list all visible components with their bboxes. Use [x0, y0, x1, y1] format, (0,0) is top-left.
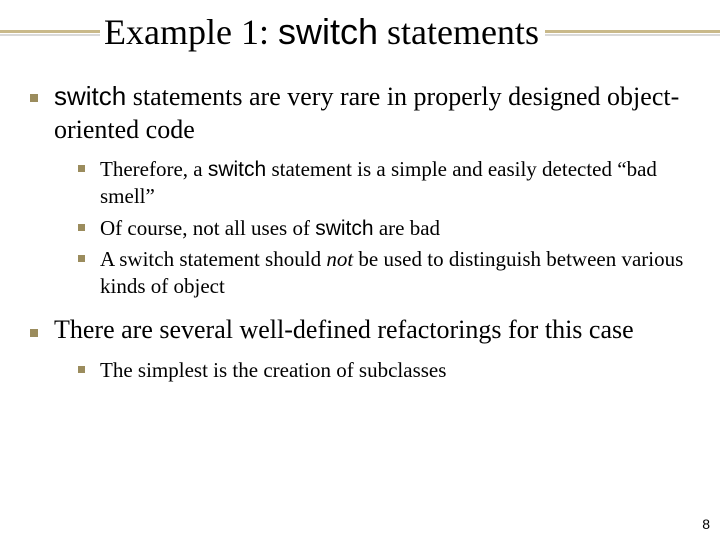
square-bullet-icon: [30, 329, 38, 337]
square-bullet-icon: [30, 94, 38, 102]
slide-title: Example 1: switch statements: [100, 10, 545, 54]
bullet-text: switch statements are very rare in prope…: [54, 82, 679, 144]
title-block: Example 1: switch statements: [0, 10, 720, 70]
bullet-text: Of course, not all uses of switch are ba…: [100, 216, 440, 240]
square-bullet-icon: [78, 224, 85, 231]
page-number: 8: [702, 516, 710, 532]
bullet-lvl2: Therefore, a switch statement is a simpl…: [78, 156, 690, 211]
title-post: statements: [378, 12, 539, 52]
bullet-lvl1: switch statements are very rare in prope…: [30, 80, 690, 146]
bullet-lvl1: There are several well-defined refactori…: [30, 314, 690, 347]
bullet-text: Therefore, a switch statement is a simpl…: [100, 157, 657, 208]
square-bullet-icon: [78, 255, 85, 262]
square-bullet-icon: [78, 165, 85, 172]
bullet-lvl2: Of course, not all uses of switch are ba…: [78, 215, 690, 242]
square-bullet-icon: [78, 366, 85, 373]
bullet-lvl2: A switch statement should not be used to…: [78, 246, 690, 301]
slide-body: switch statements are very rare in prope…: [30, 80, 690, 398]
slide: Example 1: switch statements switch stat…: [0, 0, 720, 540]
bullet-text: A switch statement should not be used to…: [100, 247, 683, 298]
title-pre: Example 1:: [104, 12, 278, 52]
bullet-text: The simplest is the creation of subclass…: [100, 358, 446, 382]
sub-bullet-group: The simplest is the creation of subclass…: [78, 357, 690, 384]
sub-bullet-group: Therefore, a switch statement is a simpl…: [78, 156, 690, 300]
bullet-text: There are several well-defined refactori…: [54, 315, 634, 344]
title-keyword: switch: [278, 11, 378, 52]
bullet-lvl2: The simplest is the creation of subclass…: [78, 357, 690, 384]
